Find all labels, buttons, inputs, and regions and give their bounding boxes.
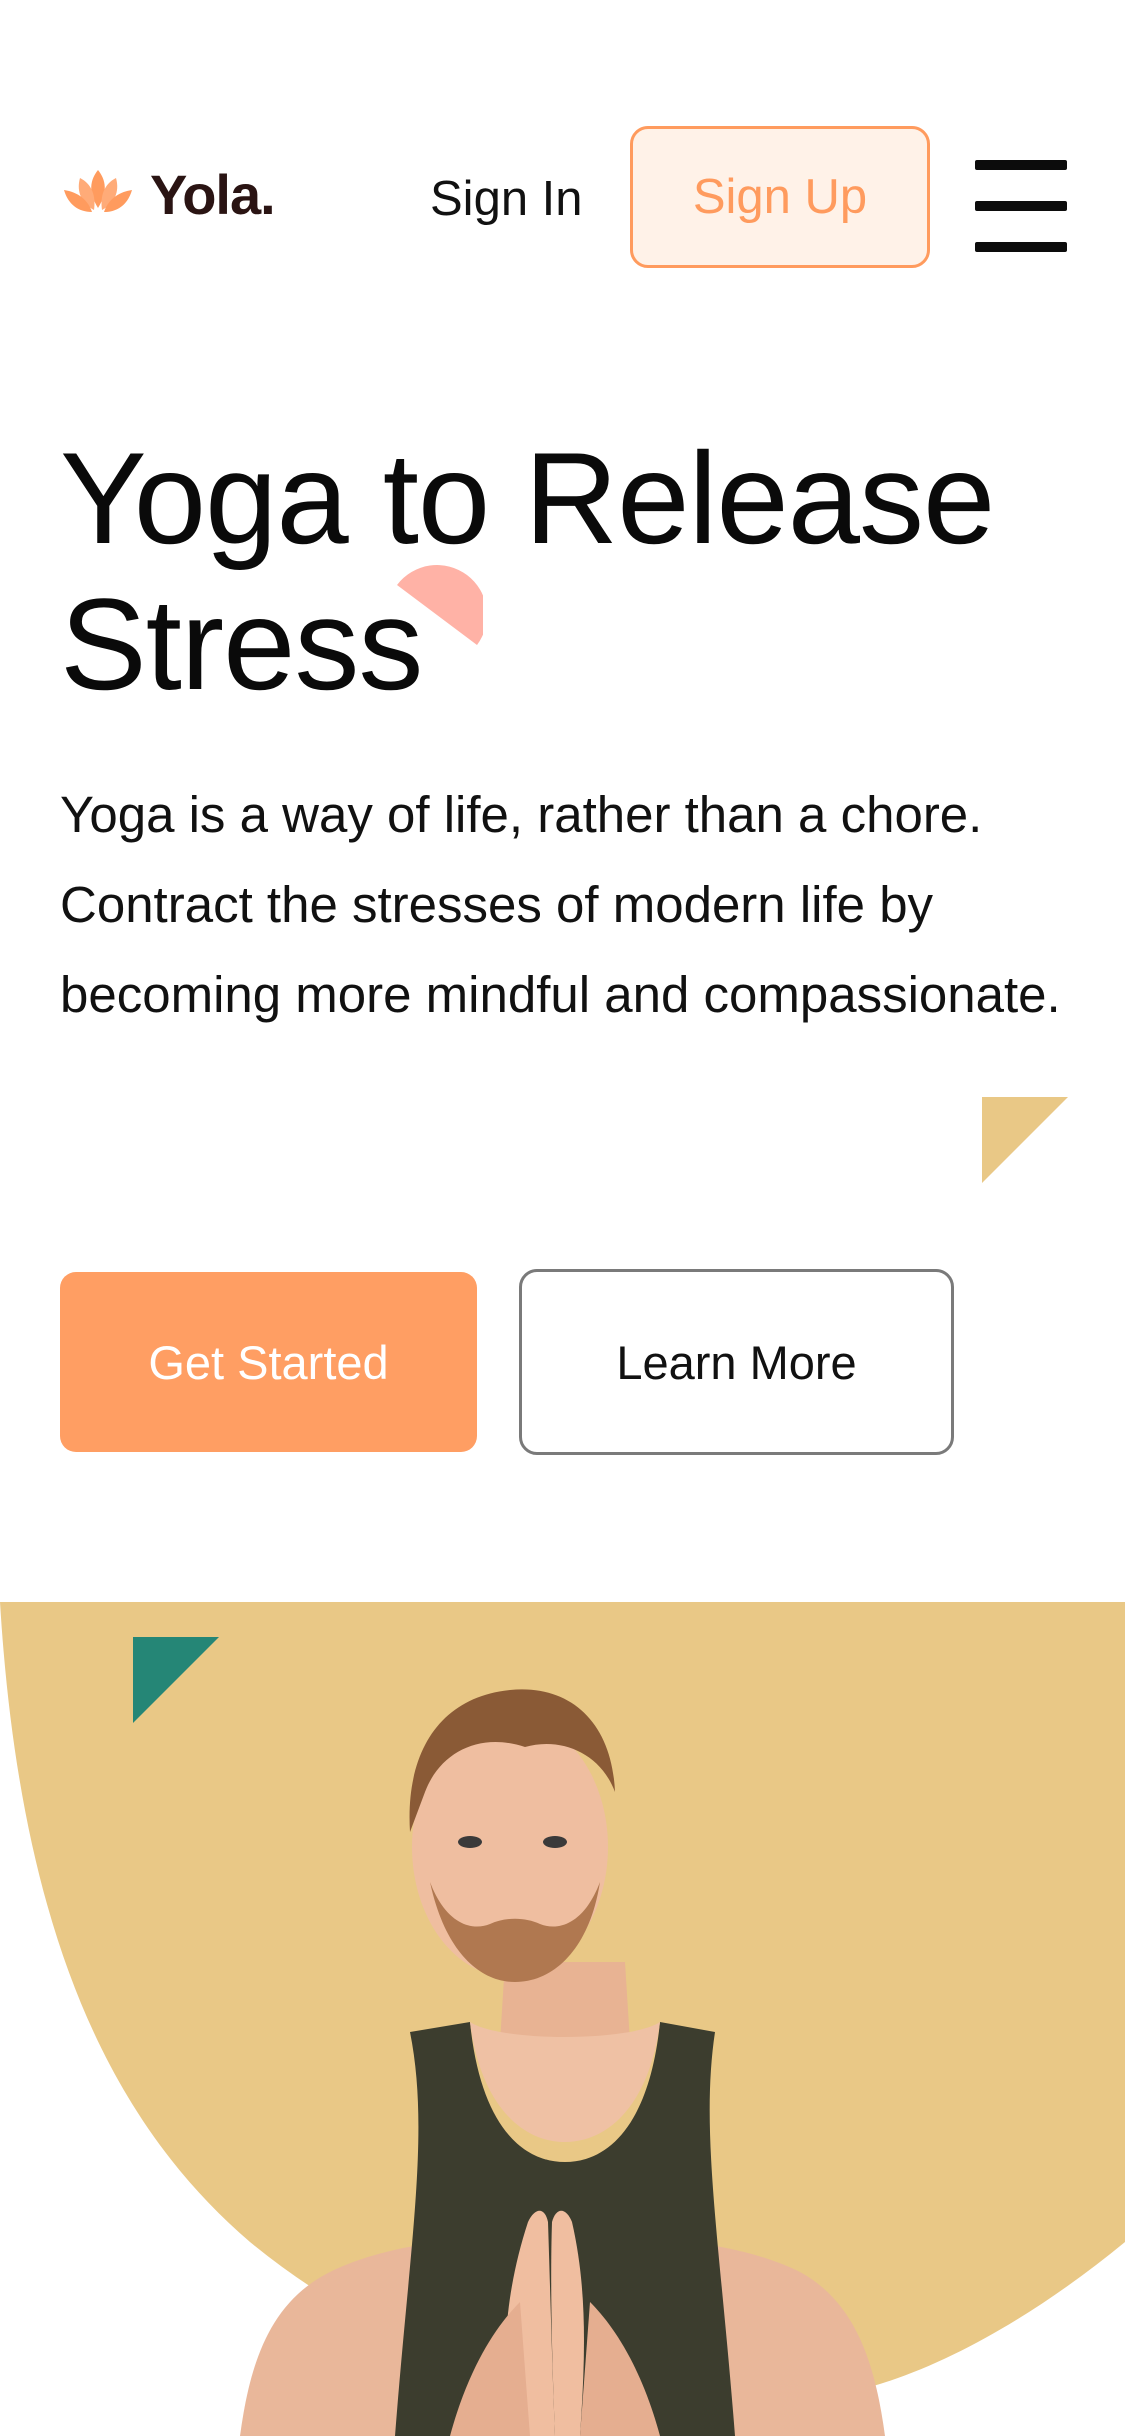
man-in-prayer-pose-photo (240, 1689, 885, 2436)
get-started-button[interactable]: Get Started (60, 1272, 477, 1452)
sign-up-button[interactable]: Sign Up (630, 126, 930, 268)
lotus-icon (64, 170, 132, 212)
logo[interactable]: Yola. (60, 158, 300, 230)
brand-name: Yola. (150, 162, 276, 226)
hamburger-menu-icon[interactable] (975, 160, 1067, 252)
sand-semicircle-shape (982, 1097, 1068, 1183)
learn-more-button[interactable]: Learn More (519, 1269, 954, 1455)
pink-semicircle-shape (397, 565, 483, 645)
hero-description: Yoga is a way of life, rather than a cho… (60, 786, 1061, 1023)
teal-semicircle-shape (133, 1637, 219, 1723)
sign-in-link[interactable]: Sign In (430, 165, 583, 233)
hero-title: Yoga to Release Stress (60, 425, 995, 717)
